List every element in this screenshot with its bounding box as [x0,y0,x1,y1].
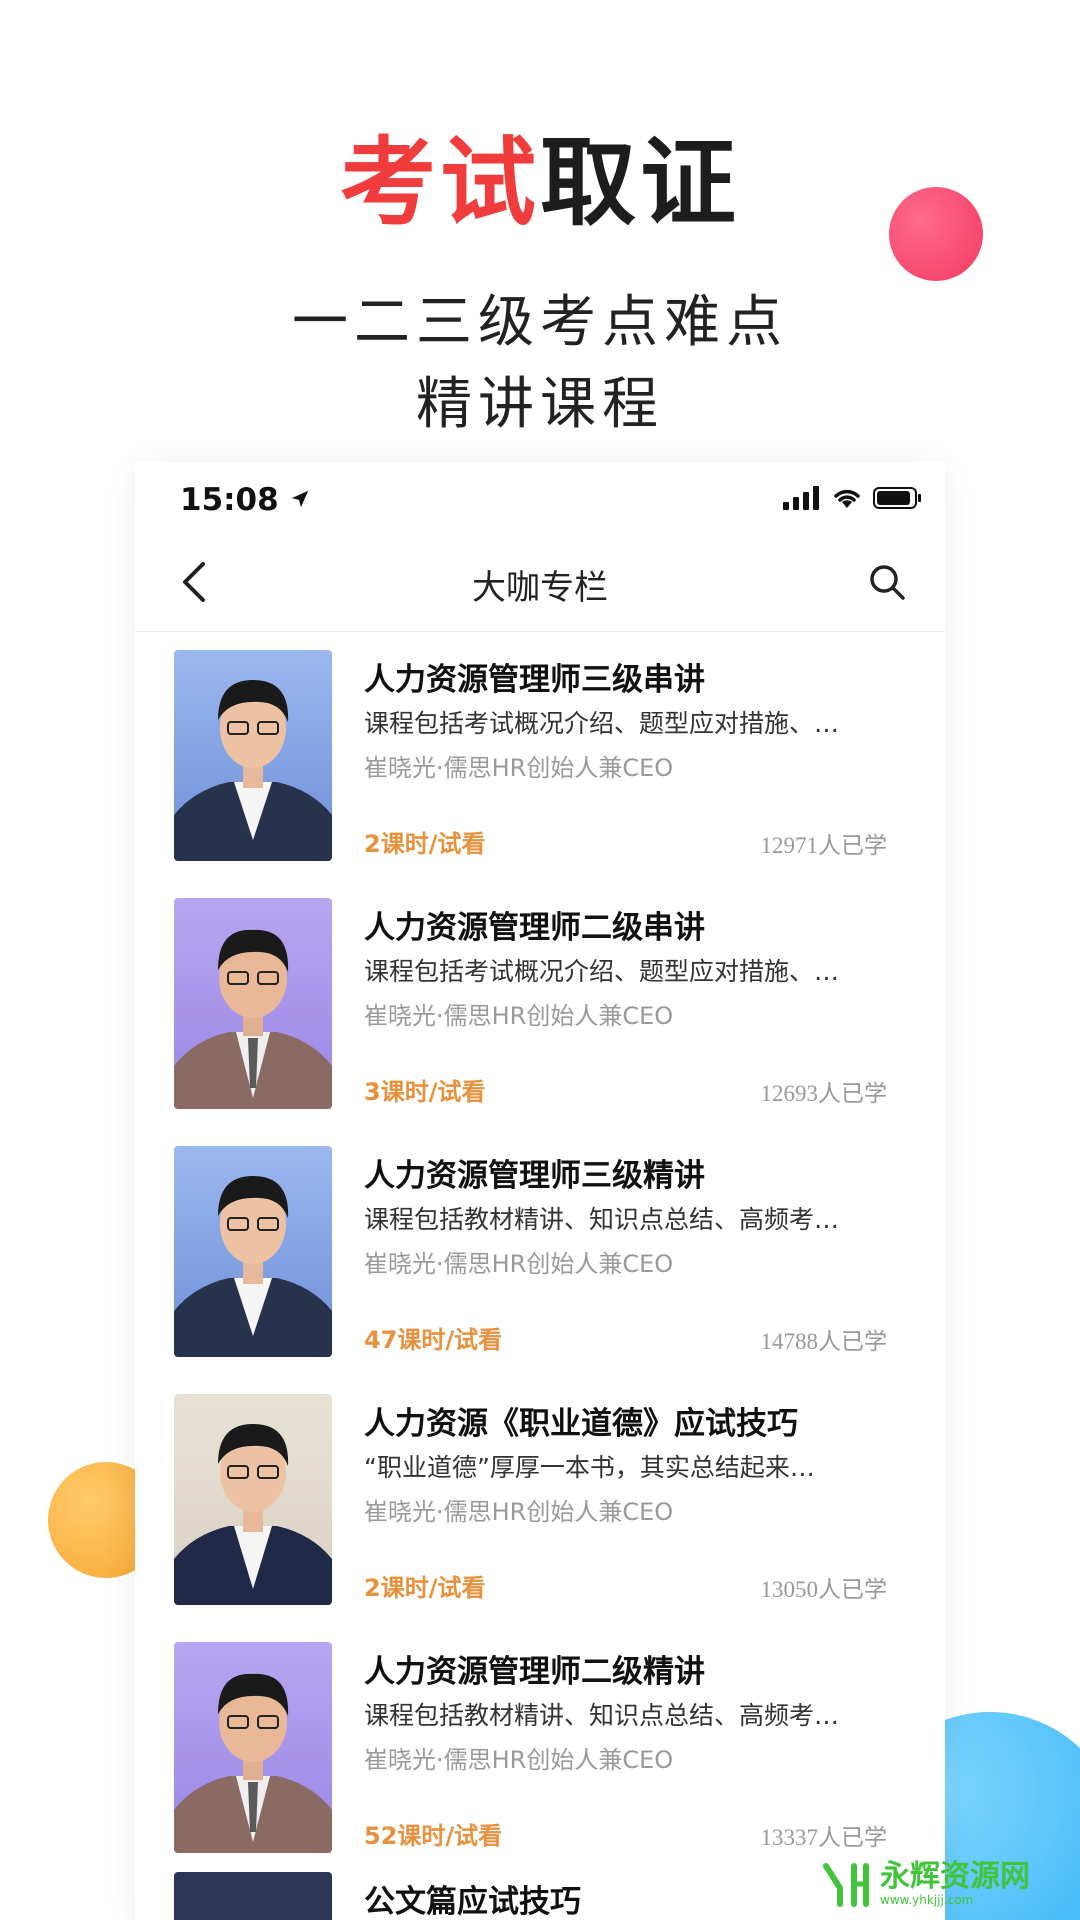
course-thumbnail [174,650,332,861]
course-author: 崔晓光·儒思HR创始人兼CEO [364,1498,674,1526]
course-list: 人力资源管理师三级串讲 课程包括考试概况介绍、题型应对措施、… 崔晓光·儒思HR… [135,632,945,1920]
course-description: 课程包括教材精讲、知识点总结、高频考… [364,1701,840,1730]
course-lessons: 3课时/试看 [364,1078,486,1106]
headline: 考试取证 [0,128,1080,238]
course-learner-count: 12971人已学 [760,833,888,858]
watermark-url: www.yhkjjj.com [880,1893,974,1907]
course-item[interactable]: 人力资源管理师三级精讲 课程包括教材精讲、知识点总结、高频考… 崔晓光·儒思HR… [135,1128,945,1376]
phone-screen: 15:08 大咖专栏 人力资源管理师三级串讲 课程包括考试概况介绍、题型应对措施… [135,462,945,1920]
course-author: 崔晓光·儒思HR创始人兼CEO [364,1002,674,1030]
course-thumbnail [174,898,332,1109]
course-learner-count: 14788人已学 [760,1329,888,1354]
course-lessons: 52课时/试看 [364,1822,503,1850]
course-thumbnail [174,1642,332,1853]
course-item[interactable]: 人力资源管理师二级串讲 课程包括考试概况介绍、题型应对措施、… 崔晓光·儒思HR… [135,880,945,1128]
course-item[interactable]: 人力资源管理师二级精讲 课程包括教材精讲、知识点总结、高频考… 崔晓光·儒思HR… [135,1624,945,1872]
status-time: 15:08 [180,482,311,518]
course-title: 公文篇应试技巧 [364,1884,581,1920]
course-thumbnail [174,1872,332,1920]
battery-icon [873,486,923,514]
course-author: 崔晓光·儒思HR创始人兼CEO [364,1746,674,1774]
course-description: 课程包括考试概况介绍、题型应对措施、… [364,957,840,986]
course-title: 人力资源《职业道德》应试技巧 [364,1406,798,1442]
status-bar: 15:08 [135,462,945,534]
course-learner-count: 13337人已学 [760,1825,888,1850]
course-title: 人力资源管理师二级精讲 [364,1654,705,1690]
watermark-name: 永辉资源网 [880,1859,1030,1894]
course-lessons: 2课时/试看 [364,830,486,858]
status-time-text: 15:08 [180,482,279,518]
course-description: 课程包括考试概况介绍、题型应对措施、… [364,709,840,738]
wifi-icon [831,486,863,514]
watermark-logo-icon [820,1858,872,1910]
course-item[interactable]: 人力资源《职业道德》应试技巧 “职业道德”厚厚一本书，其实总结起来… 崔晓光·儒… [135,1376,945,1624]
navigation-bar: 大咖专栏 [135,534,945,632]
course-title: 人力资源管理师三级精讲 [364,1158,705,1194]
subtitle-line-2: 精讲课程 [416,372,664,437]
course-title: 人力资源管理师二级串讲 [364,910,705,946]
page-title: 大咖专栏 [472,568,608,608]
subtitle-line-1: 一二三级考点难点 [292,290,788,355]
course-lessons: 2课时/试看 [364,1574,486,1602]
course-item[interactable]: 人力资源管理师三级串讲 课程包括考试概况介绍、题型应对措施、… 崔晓光·儒思HR… [135,632,945,880]
course-author: 崔晓光·儒思HR创始人兼CEO [364,1250,674,1278]
course-description: 课程包括教材精讲、知识点总结、高频考… [364,1205,840,1234]
course-lessons: 47课时/试看 [364,1326,503,1354]
search-icon[interactable] [859,554,915,610]
course-title: 人力资源管理师三级串讲 [364,662,705,698]
status-icons [783,486,923,514]
course-description: “职业道德”厚厚一本书，其实总结起来… [364,1453,815,1482]
headline-dark-part: 取证 [540,127,740,239]
signal-icon [783,486,821,514]
course-thumbnail [174,1394,332,1605]
watermark: 永辉资源网 www.yhkjjj.com [820,1858,1030,1910]
course-author: 崔晓光·儒思HR创始人兼CEO [364,754,674,782]
headline-red-part: 考试 [340,127,540,239]
course-learner-count: 12693人已学 [760,1081,888,1106]
course-learner-count: 13050人已学 [760,1577,888,1602]
location-arrow-icon [289,482,311,518]
course-thumbnail [174,1146,332,1357]
